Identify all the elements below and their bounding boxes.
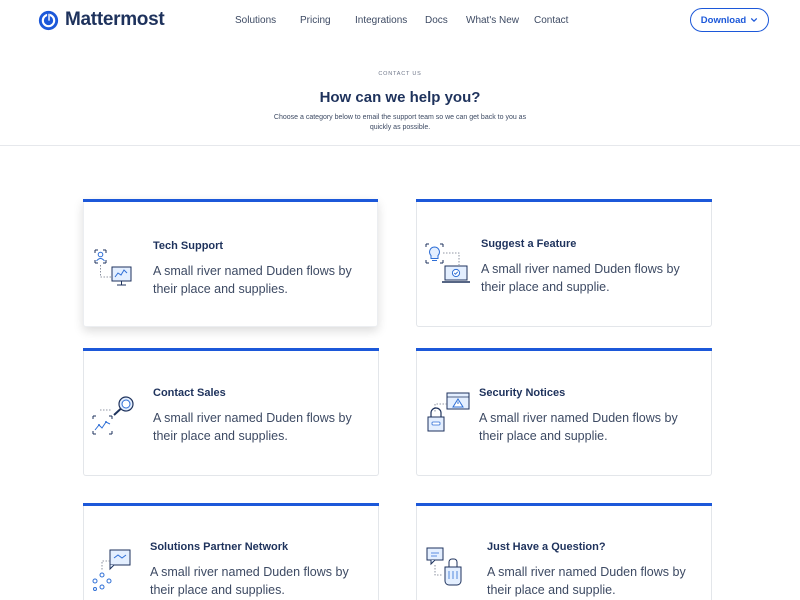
- top-navigation: Mattermost Solutions Pricing Integration…: [0, 0, 800, 42]
- nav-link-pricing[interactable]: Pricing: [300, 15, 331, 26]
- lock-warning-icon: [427, 392, 470, 432]
- page-subtitle: Choose a category below to email the sup…: [273, 114, 527, 131]
- mattermost-logo-icon: [38, 10, 59, 30]
- card-security-notices[interactable]: Security Notices A small river named Dud…: [416, 348, 712, 476]
- card-suggest-feature[interactable]: Suggest a Feature A small river named Du…: [416, 199, 712, 327]
- card-solutions-partner-network[interactable]: Solutions Partner Network A small river …: [83, 503, 379, 600]
- magnifier-chart-icon: [92, 396, 134, 435]
- card-tech-support[interactable]: Tech Support A small river named Duden f…: [83, 199, 378, 327]
- chat-hand-icon: [426, 547, 462, 586]
- nav-link-whats-new[interactable]: What's New: [466, 15, 519, 26]
- nav-link-contact[interactable]: Contact: [534, 15, 568, 26]
- card-title: Security Notices: [479, 387, 566, 399]
- card-title: Solutions Partner Network: [150, 541, 289, 553]
- card-title: Just Have a Question?: [487, 541, 606, 553]
- card-title: Suggest a Feature: [481, 238, 577, 250]
- card-title: Contact Sales: [153, 387, 226, 399]
- download-button[interactable]: Download: [690, 8, 769, 32]
- support-monitor-icon: [94, 249, 132, 286]
- nav-link-docs[interactable]: Docs: [425, 15, 448, 26]
- chevron-down-icon: [751, 18, 758, 22]
- brand-name: Mattermost: [65, 9, 165, 30]
- section-divider: [0, 145, 800, 146]
- card-description: A small river named Duden flows by their…: [481, 262, 680, 294]
- card-description: A small river named Duden flows by their…: [487, 565, 686, 597]
- nav-link-integrations[interactable]: Integrations: [355, 15, 407, 26]
- card-just-have-a-question[interactable]: Just Have a Question? A small river name…: [416, 503, 712, 600]
- card-description: A small river named Duden flows by their…: [153, 264, 352, 296]
- brand-logo[interactable]: Mattermost: [38, 9, 165, 31]
- lightbulb-laptop-icon: [425, 243, 470, 283]
- download-button-label: Download: [700, 14, 747, 26]
- card-title: Tech Support: [153, 240, 224, 252]
- page-title: How can we help you?: [319, 89, 481, 106]
- handshake-network-icon: [92, 549, 131, 591]
- card-contact-sales[interactable]: Contact Sales A small river named Duden …: [83, 348, 379, 476]
- section-eyebrow: CONTACT US: [378, 71, 422, 77]
- card-description: A small river named Duden flows by their…: [479, 411, 678, 443]
- card-description: A small river named Duden flows by their…: [153, 411, 352, 443]
- nav-link-solutions[interactable]: Solutions: [235, 15, 276, 26]
- card-description: A small river named Duden flows by their…: [150, 565, 349, 597]
